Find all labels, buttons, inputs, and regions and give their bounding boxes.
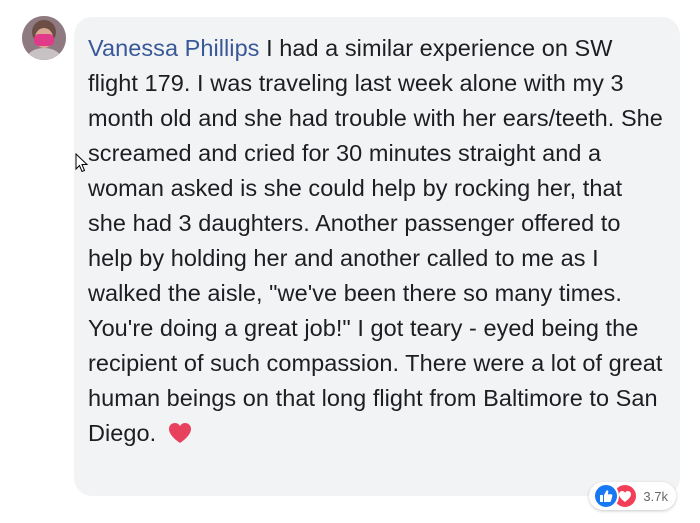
- comment-text: I had a similar experience on SW flight …: [88, 35, 663, 446]
- author-name-link[interactable]: Vanessa Phillips: [88, 35, 260, 61]
- comment-screenshot: Vanessa Phillips I had a similar experie…: [0, 0, 700, 523]
- reaction-count: 3.7k: [643, 488, 668, 504]
- heart-icon: [167, 420, 193, 444]
- comment-bubble: Vanessa Phillips I had a similar experie…: [74, 17, 680, 510]
- comment-body: Vanessa Phillips I had a similar experie…: [88, 31, 664, 451]
- avatar[interactable]: [22, 16, 66, 60]
- mouse-cursor-icon: [75, 152, 89, 173]
- reactions-summary[interactable]: 3.7k: [589, 482, 676, 510]
